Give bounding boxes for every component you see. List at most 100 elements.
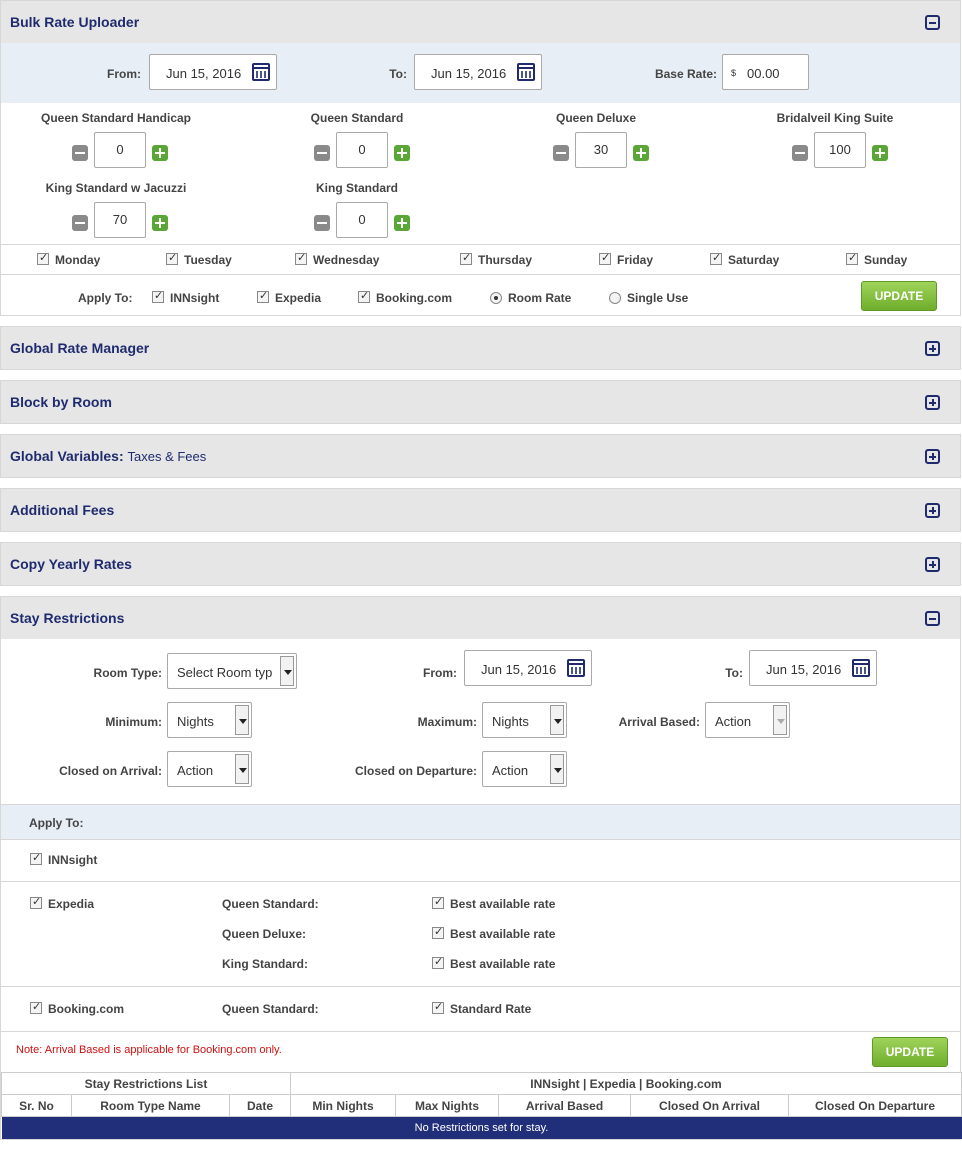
closed-on-departure-select[interactable]: Action — [482, 751, 567, 787]
stay-to-date-input[interactable]: Jun 15, 2016 — [749, 650, 877, 686]
expand-icon[interactable] — [925, 503, 940, 518]
stay-from-date-input[interactable]: Jun 15, 2016 — [464, 650, 592, 686]
room-quantity-input[interactable]: 30 — [575, 132, 627, 168]
expedia-rate-label: Best available rate — [450, 897, 556, 911]
decrement-button[interactable] — [314, 215, 330, 231]
room-quantity-input[interactable]: 0 — [94, 132, 146, 168]
expedia-rate-checkbox[interactable] — [432, 925, 444, 939]
chevron-down-icon[interactable] — [550, 705, 564, 735]
closed-on-arrival-select[interactable]: Action — [167, 751, 252, 787]
panel-title: Global Variables: Taxes & Fees — [10, 448, 206, 464]
panel-title: Copy Yearly Rates — [10, 556, 132, 572]
panel-title: Block by Room — [10, 394, 112, 410]
stay-booking-label: Booking.com — [48, 1002, 125, 1016]
chevron-down-icon[interactable] — [280, 656, 294, 686]
room-quantity-input[interactable]: 0 — [336, 202, 388, 238]
minimum-value: Nights — [177, 714, 214, 729]
room-rate-radio[interactable] — [490, 292, 502, 304]
maximum-nights-select[interactable]: Nights — [482, 702, 567, 738]
expedia-rate-checkbox[interactable] — [432, 895, 444, 909]
column-header: Closed On Departure — [788, 1094, 962, 1117]
expedia-rate-checkbox[interactable] — [432, 955, 444, 969]
panel-title: Additional Fees — [10, 502, 115, 518]
friday-checkbox[interactable] — [599, 251, 611, 265]
day-label: Wednesday — [313, 253, 380, 267]
maximum-label: Maximum: — [417, 715, 477, 729]
minimum-nights-select[interactable]: Nights — [167, 702, 252, 738]
room-quantity-input[interactable]: 70 — [94, 202, 146, 238]
channel-label: Booking.com — [376, 291, 453, 305]
additional-fees-panel[interactable]: Additional Fees — [0, 488, 961, 532]
increment-button[interactable] — [152, 145, 168, 161]
innsight-checkbox[interactable] — [152, 289, 164, 303]
copy-yearly-rates-panel[interactable]: Copy Yearly Rates — [0, 542, 961, 586]
expedia-checkbox[interactable] — [257, 289, 269, 303]
bulk-rate-uploader-panel: Bulk Rate Uploader From: Jun 15, 2016 To… — [0, 0, 961, 316]
global-rate-manager-panel[interactable]: Global Rate Manager — [0, 326, 961, 370]
monday-checkbox[interactable] — [37, 251, 49, 265]
global-variables-panel[interactable]: Global Variables: Taxes & Fees — [0, 434, 961, 478]
divider — [1, 881, 960, 882]
chevron-down-icon[interactable] — [235, 754, 249, 784]
increment-button[interactable] — [152, 215, 168, 231]
room-type-select[interactable]: Select Room typ — [167, 653, 297, 689]
decrement-button[interactable] — [72, 215, 88, 231]
chevron-down-icon[interactable] — [550, 754, 564, 784]
decrement-button[interactable] — [553, 145, 569, 161]
day-label: Thursday — [478, 253, 533, 267]
stay-innsight-checkbox[interactable] — [30, 851, 42, 865]
stay-expedia-checkbox[interactable] — [30, 895, 42, 909]
from-label: From: — [107, 67, 141, 81]
increment-button[interactable] — [872, 145, 888, 161]
bulk-date-row: From: Jun 15, 2016 To: Jun 15, 2016 Base… — [1, 43, 960, 103]
thursday-checkbox[interactable] — [460, 251, 472, 265]
collapse-icon[interactable] — [925, 15, 940, 30]
decrement-button[interactable] — [72, 145, 88, 161]
empty-table-message: No Restrictions set for stay. — [1, 1116, 962, 1139]
arrival-based-select[interactable]: Action — [705, 702, 790, 738]
stay-to-date-value: Jun 15, 2016 — [766, 662, 842, 677]
wednesday-checkbox[interactable] — [295, 251, 307, 265]
to-label: To: — [389, 67, 407, 81]
from-date-input[interactable]: Jun 15, 2016 — [149, 54, 277, 90]
collapse-icon[interactable] — [925, 611, 940, 626]
to-date-input[interactable]: Jun 15, 2016 — [414, 54, 542, 90]
update-button[interactable]: UPDATE — [861, 281, 937, 311]
increment-button[interactable] — [633, 145, 649, 161]
stay-innsight-label: INNsight — [48, 853, 98, 867]
booking-rate-checkbox[interactable] — [432, 1000, 444, 1014]
expand-icon[interactable] — [925, 341, 940, 356]
block-by-room-panel[interactable]: Block by Room — [0, 380, 961, 424]
expand-icon[interactable] — [925, 557, 940, 572]
expand-icon[interactable] — [925, 395, 940, 410]
calendar-icon[interactable] — [852, 659, 870, 677]
increment-button[interactable] — [394, 215, 410, 231]
divider — [1, 274, 960, 275]
calendar-icon[interactable] — [517, 63, 535, 81]
expand-icon[interactable] — [925, 449, 940, 464]
room-quantity-input[interactable]: 0 — [336, 132, 388, 168]
sunday-checkbox[interactable] — [846, 251, 858, 265]
base-rate-input[interactable]: $ 00.00 — [722, 54, 809, 90]
room-quantity-input[interactable]: 100 — [814, 132, 866, 168]
single-use-radio[interactable] — [609, 292, 621, 304]
stay-restrictions-header[interactable]: Stay Restrictions — [1, 597, 960, 639]
tuesday-checkbox[interactable] — [166, 251, 178, 265]
channels-title: INNsight | Expedia | Booking.com — [290, 1072, 962, 1095]
calendar-icon[interactable] — [567, 659, 585, 677]
stay-update-button[interactable]: UPDATE — [872, 1037, 948, 1067]
decrement-button[interactable] — [792, 145, 808, 161]
room-label: King Standard — [315, 181, 398, 195]
booking-checkbox[interactable] — [358, 289, 370, 303]
chevron-down-icon[interactable] — [235, 705, 249, 735]
decrement-button[interactable] — [314, 145, 330, 161]
bulk-rate-uploader-header[interactable]: Bulk Rate Uploader — [1, 1, 960, 43]
room-type-label: Room Type: — [93, 666, 162, 680]
calendar-icon[interactable] — [252, 63, 270, 81]
increment-button[interactable] — [394, 145, 410, 161]
closed-on-departure-value: Action — [492, 763, 529, 778]
chevron-down-icon[interactable] — [773, 705, 787, 735]
saturday-checkbox[interactable] — [710, 251, 722, 265]
list-title: Stay Restrictions List — [1, 1072, 291, 1095]
stay-booking-checkbox[interactable] — [30, 1000, 42, 1014]
